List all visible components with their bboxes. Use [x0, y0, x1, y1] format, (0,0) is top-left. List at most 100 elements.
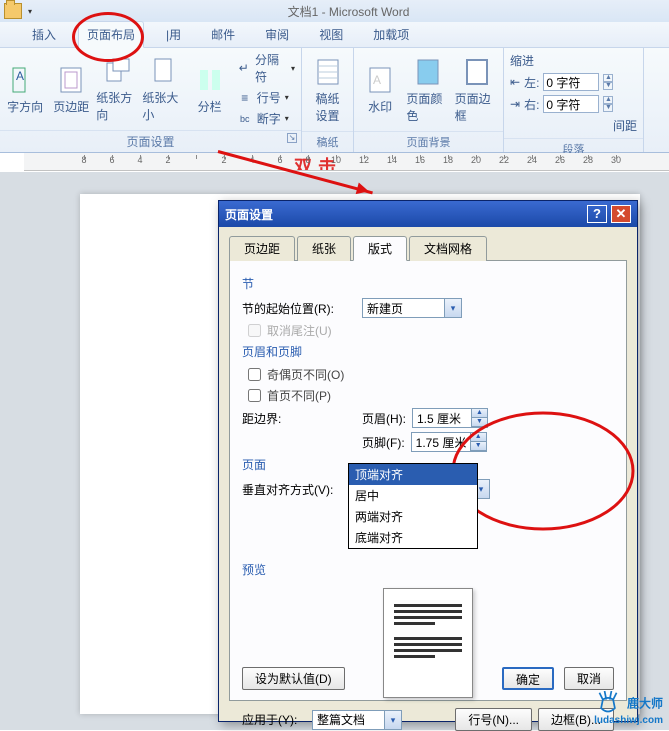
footer-row: 页脚(F): 1.75 厘米▲▼	[242, 432, 614, 452]
line-numbers-label: 行号	[257, 89, 281, 106]
help-button[interactable]: ?	[587, 205, 607, 223]
valign-dropdown-list: 顶端对齐 居中 两端对齐 底端对齐	[348, 463, 478, 549]
headerfooter-label: 页眉和页脚	[242, 343, 614, 360]
apply-to-combo[interactable]: 整篇文档▾	[312, 710, 402, 730]
down-icon[interactable]: ▼	[471, 418, 487, 427]
page-setup-dialog: 页面设置 ? ✕ 页边距 纸张 版式 文档网格 节 节的起始位置(R): 新建页…	[218, 200, 638, 722]
valign-option-center[interactable]: 居中	[349, 485, 477, 506]
size-icon	[147, 55, 179, 87]
down-icon[interactable]: ▼	[470, 442, 486, 451]
tab-references[interactable]: |用	[158, 22, 189, 47]
folder-icon	[4, 3, 22, 19]
hyphenation-button[interactable]: bc断字▾	[235, 109, 297, 128]
indent-left-icon: ⇤	[510, 75, 520, 89]
indent-right-row: ⇥ 右: ▲▼	[510, 95, 637, 113]
spinner[interactable]: ▲▼	[603, 96, 613, 112]
section-start-combo[interactable]: 新建页 ▾	[362, 298, 462, 318]
dropdown-icon: ▾	[291, 64, 295, 73]
hyphenation-label: 断字	[257, 110, 281, 127]
page-setup-launcher[interactable]: ↘	[287, 133, 297, 143]
orientation-button[interactable]: 纸张方向	[96, 55, 138, 123]
dialog-pane: 节 节的起始位置(R): 新建页 ▾ 取消尾注(U) 页眉和页脚 奇偶页不同(O…	[229, 261, 627, 701]
indent-left-row: ⇤ 左: ▲▼	[510, 73, 637, 91]
tab-view[interactable]: 视图	[311, 22, 351, 47]
line-numbers-icon: ≡	[237, 90, 253, 106]
size-button[interactable]: 纸张大小	[142, 55, 184, 123]
chevron-down-icon: ▾	[384, 711, 401, 729]
text-direction-label: 字方向	[7, 98, 43, 115]
watermark-url: ludashiwj.com	[594, 715, 663, 726]
first-page-check[interactable]: 首页不同(P)	[248, 387, 614, 404]
valign-label: 垂直对齐方式(V):	[242, 481, 362, 498]
margins-button[interactable]: 页边距	[50, 64, 92, 115]
indent-right-input[interactable]	[543, 95, 599, 113]
columns-icon	[194, 64, 226, 96]
page-setup-small-buttons: ↵分隔符▾ ≡行号▾ bc断字▾	[235, 50, 297, 128]
orientation-label: 纸张方向	[96, 89, 138, 123]
up-icon[interactable]: ▲	[471, 409, 487, 418]
distance-row: 距边界: 页眉(H): 1.5 厘米▲▼	[242, 408, 614, 428]
up-icon[interactable]: ▲	[470, 433, 486, 442]
header-dist-label: 页眉(H):	[362, 410, 406, 427]
tab-page-layout[interactable]: 页面布局	[78, 21, 144, 48]
first-page-checkbox[interactable]	[248, 389, 261, 402]
chevron-down-icon: ▾	[444, 299, 461, 317]
suppress-endnotes-label: 取消尾注(U)	[267, 322, 332, 339]
apply-to-label: 应用于(Y):	[242, 711, 312, 728]
tab-insert[interactable]: 插入	[24, 22, 64, 47]
dialog-body: 页边距 纸张 版式 文档网格 节 节的起始位置(R): 新建页 ▾ 取消尾注(U…	[219, 227, 637, 711]
suppress-endnotes-checkbox	[248, 324, 261, 337]
dialog-tabs: 页边距 纸张 版式 文档网格	[229, 235, 627, 261]
indent-right-label: 右:	[524, 96, 539, 113]
header-dist-input[interactable]: 1.5 厘米▲▼	[412, 408, 488, 428]
ruler[interactable]: 双击 864224681012141618202224262830	[24, 153, 669, 171]
preview-label: 预览	[242, 561, 614, 578]
orientation-icon	[101, 55, 133, 87]
grid-paper-button[interactable]: 稿纸 设置	[306, 56, 349, 124]
margins-icon	[55, 64, 87, 96]
line-numbers-button[interactable]: 行号(N)...	[455, 708, 532, 731]
hyphenation-icon: bc	[237, 111, 253, 127]
dialog-title: 页面设置	[225, 206, 273, 223]
page-border-button[interactable]: 页面边框	[455, 56, 499, 124]
default-button[interactable]: 设为默认值(D)	[242, 667, 345, 690]
svg-text:A: A	[373, 73, 381, 87]
spacing-title: 间距	[510, 117, 637, 134]
tab-margin[interactable]: 页边距	[229, 236, 295, 261]
odd-even-label: 奇偶页不同(O)	[267, 366, 344, 383]
margins-label: 页边距	[53, 98, 89, 115]
tab-addins[interactable]: 加载项	[365, 22, 417, 47]
watermark-button[interactable]: A水印	[358, 64, 402, 115]
odd-even-checkbox[interactable]	[248, 368, 261, 381]
valign-option-bottom[interactable]: 底端对齐	[349, 527, 477, 548]
group-grid-paper: 稿纸 设置 稿纸	[302, 48, 354, 152]
ok-button[interactable]: 确定	[502, 667, 554, 690]
cancel-button[interactable]: 取消	[564, 667, 614, 690]
page-border-label: 页面边框	[455, 90, 499, 124]
valign-option-justify[interactable]: 两端对齐	[349, 506, 477, 527]
deer-icon	[594, 691, 622, 715]
columns-button[interactable]: 分栏	[189, 64, 231, 115]
size-label: 纸张大小	[142, 89, 184, 123]
tab-grid[interactable]: 文档网格	[409, 236, 487, 261]
window-title: 文档1 - Microsoft Word	[32, 3, 665, 20]
line-numbers-button[interactable]: ≡行号▾	[235, 88, 297, 107]
group-page-background-label: 页面背景	[354, 131, 503, 152]
svg-text:A: A	[16, 69, 24, 83]
tab-layout[interactable]: 版式	[353, 236, 407, 261]
spinner[interactable]: ▲▼	[603, 74, 613, 90]
apply-to-row: 应用于(Y): 整篇文档▾ 行号(N)... 边框(B)...	[242, 708, 614, 731]
tab-paper[interactable]: 纸张	[297, 236, 351, 261]
page-color-button[interactable]: 页面颜色	[406, 56, 450, 124]
tab-review[interactable]: 审阅	[257, 22, 297, 47]
breaks-button[interactable]: ↵分隔符▾	[235, 50, 297, 86]
first-page-label: 首页不同(P)	[267, 387, 331, 404]
footer-dist-input[interactable]: 1.75 厘米▲▼	[411, 432, 487, 452]
page-color-label: 页面颜色	[406, 90, 450, 124]
tab-mailings[interactable]: 邮件	[203, 22, 243, 47]
odd-even-check[interactable]: 奇偶页不同(O)	[248, 366, 614, 383]
valign-option-top[interactable]: 顶端对齐	[349, 464, 477, 485]
text-direction-button[interactable]: A 字方向	[4, 64, 46, 115]
indent-left-input[interactable]	[543, 73, 599, 91]
close-button[interactable]: ✕	[611, 205, 631, 223]
